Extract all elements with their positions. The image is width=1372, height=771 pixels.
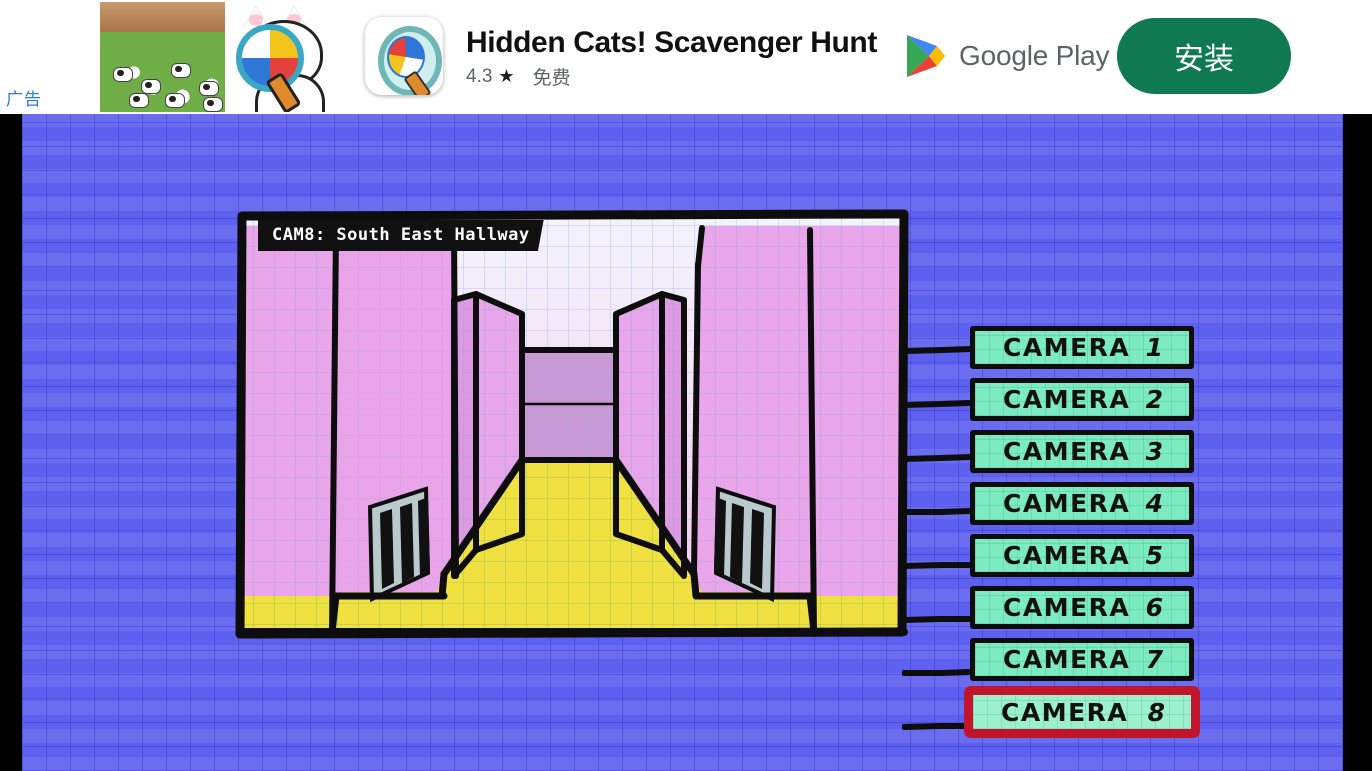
camera-button-3[interactable]: CAMERA 3	[970, 430, 1194, 473]
camera-button-5-number: 5	[1145, 541, 1163, 570]
camera-button-8-inner: CAMERA 8	[964, 686, 1200, 738]
camera-button-4-number: 4	[1145, 489, 1163, 518]
ad-banner[interactable]: 广告 Hidden Cats! Scavenger Hunt 4.3 ★ 免费 …	[0, 0, 1372, 114]
beach-ball-icon	[387, 36, 425, 78]
google-play-icon	[905, 33, 947, 79]
ad-label: 广告	[6, 90, 42, 110]
star-icon: ★	[498, 66, 515, 86]
camera-button-6[interactable]: CAMERA 6	[970, 586, 1194, 629]
camera-button-1[interactable]: CAMERA 1	[970, 326, 1194, 369]
hallway-drawing	[235, 209, 909, 639]
camera-button-2[interactable]: CAMERA 2	[970, 378, 1194, 421]
camera-feed-scene: CAM8: South East Hallway	[232, 204, 912, 641]
camera-button-6-label: CAMERA	[1003, 593, 1131, 622]
ad-hero-image	[100, 2, 343, 112]
camera-button-8[interactable]: CAMERA 8	[964, 686, 1200, 738]
google-play-label: Google Play	[959, 40, 1110, 71]
camera-button-4-label: CAMERA	[1003, 489, 1131, 518]
app-icon[interactable]	[365, 17, 443, 95]
install-button[interactable]: 安装	[1117, 18, 1291, 94]
ad-app-title: Hidden Cats! Scavenger Hunt	[466, 26, 877, 59]
graph-paper-background: CAM8: South East Hallway CAMERA 1 CAMERA…	[22, 114, 1343, 771]
camera-button-7[interactable]: CAMERA 7	[970, 638, 1194, 681]
camera-button-1-number: 1	[1145, 333, 1163, 362]
camera-button-5[interactable]: CAMERA 5	[970, 534, 1194, 577]
ad-rating-value: 4.3	[466, 65, 493, 87]
camera-button-2-number: 2	[1145, 385, 1163, 414]
app-root: 广告 Hidden Cats! Scavenger Hunt 4.3 ★ 免费 …	[0, 0, 1372, 771]
camera-button-3-number: 3	[1145, 437, 1163, 466]
camera-button-1-label: CAMERA	[1003, 333, 1131, 362]
camera-feed-label: CAM8: South East Hallway	[258, 220, 544, 251]
game-area: CAM8: South East Hallway CAMERA 1 CAMERA…	[0, 114, 1372, 771]
camera-button-2-label: CAMERA	[1003, 385, 1131, 414]
camera-button-5-label: CAMERA	[1003, 541, 1131, 570]
camera-button-8-label: CAMERA	[1001, 697, 1129, 727]
ad-price: 免费	[532, 68, 571, 89]
camera-button-6-number: 6	[1145, 593, 1163, 622]
camera-button-7-label: CAMERA	[1003, 645, 1131, 674]
ad-app-meta: 4.3 ★ 免费	[466, 63, 571, 90]
camera-button-8-number: 8	[1147, 697, 1165, 727]
google-play-branding: Google Play	[905, 33, 1110, 79]
camera-button-7-number: 7	[1145, 645, 1163, 674]
camera-button-4[interactable]: CAMERA 4	[970, 482, 1194, 525]
camera-list: CAMERA 1 CAMERA 2 CAMERA 3 CAMERA 4 CAME…	[964, 326, 1200, 742]
camera-button-3-label: CAMERA	[1003, 437, 1131, 466]
